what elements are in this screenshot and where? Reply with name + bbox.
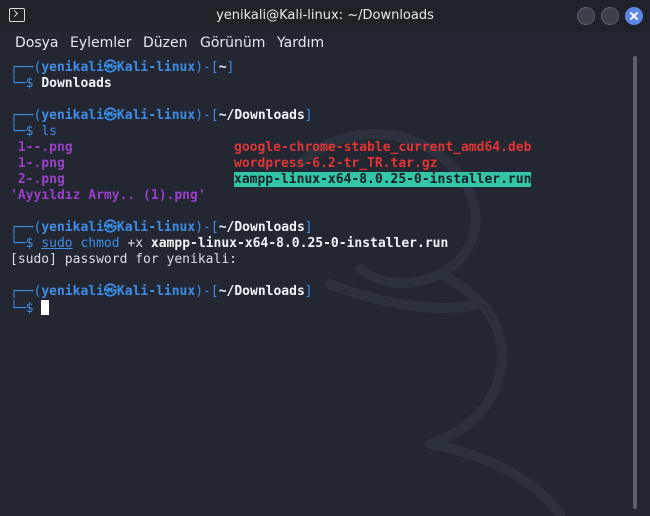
minimize-button[interactable] [577,7,595,25]
terminal-area[interactable]: ┌──(yenikali㉿Kali-linux)-[~] └─$ Downloa… [0,54,630,516]
prompt-line: ┌──(yenikali㉿Kali-linux)-[~] [10,60,235,75]
scrollbar-thumb[interactable] [633,56,637,509]
ls-file-executable: xampp-linux-x64-8.0.25-0-installer.run [234,172,532,187]
terminal-window: yenikali@Kali-linux: ~/Downloads Dosya E… [0,0,650,516]
command-line: └─$ sudo chmod +x xampp-linux-x64-8.0.25… [10,236,449,251]
menu-help[interactable]: Yardım [277,35,324,51]
menu-edit[interactable]: Düzen [143,35,188,51]
ls-file: google-chrome-stable_current_amd64.deb [234,140,532,155]
menu-bar: Dosya Eylemler Düzen Görünüm Yardım [0,32,650,54]
prompt-line: ┌──(yenikali㉿Kali-linux)-[~/Downloads] [10,284,313,299]
ls-file: 1-.png [10,156,65,171]
command-line: └─$ [10,300,50,316]
command-line: └─$ ls [10,124,57,139]
menu-view[interactable]: Görünüm [200,35,265,51]
sudo-prompt: [sudo] password for yenikali: [10,252,237,267]
menu-file[interactable]: Dosya [15,35,59,51]
command-line: └─$ Downloads [10,76,112,91]
title-bar[interactable]: yenikali@Kali-linux: ~/Downloads [0,0,650,32]
ls-file: 1--.png [10,140,73,155]
ls-file: 'Ayyıldız Army.. (1).png' [10,188,206,203]
window-title: yenikali@Kali-linux: ~/Downloads [216,8,434,23]
menu-actions[interactable]: Eylemler [70,35,132,51]
maximize-button[interactable] [601,7,619,25]
prompt-line: ┌──(yenikali㉿Kali-linux)-[~/Downloads] [10,220,313,235]
ls-file: 2-.png [10,172,65,187]
close-button[interactable] [625,7,643,25]
prompt-line: ┌──(yenikali㉿Kali-linux)-[~/Downloads] [10,108,313,123]
ls-file: wordpress-6.2-tr_TR.tar.gz [234,156,438,171]
text-cursor [41,300,50,315]
